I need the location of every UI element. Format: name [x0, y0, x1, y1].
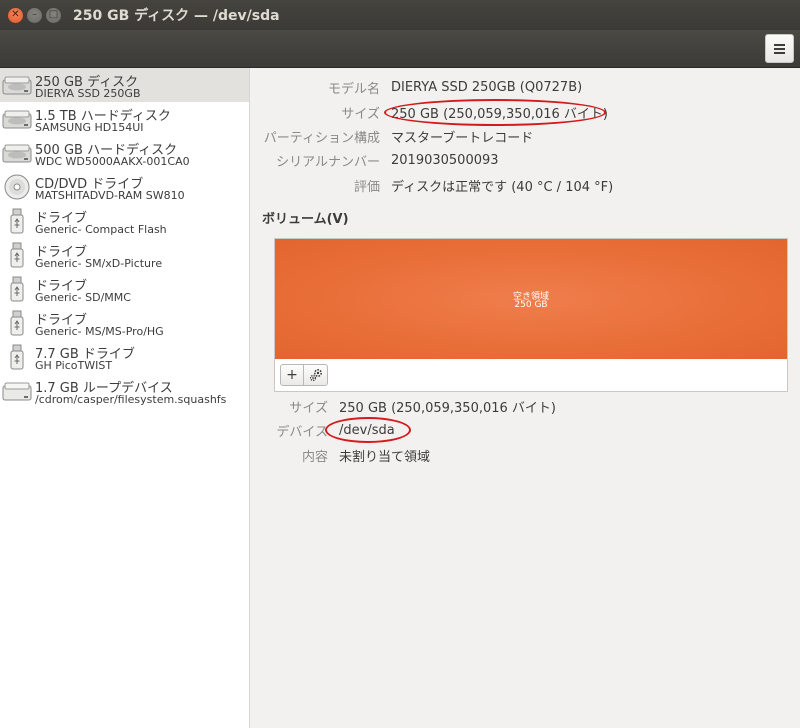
- title-bar: ✕ – □ 250 GB ディスク — /dev/sda: [0, 0, 800, 30]
- minimize-icon: –: [32, 9, 37, 20]
- partitioning-value: マスターブートレコード: [391, 130, 534, 146]
- window-controls: ✕ – □: [8, 7, 61, 23]
- partition-settings-button[interactable]: [304, 364, 328, 386]
- minimize-window-button[interactable]: –: [27, 7, 42, 23]
- vol-device-label: デバイス: [276, 424, 328, 440]
- device-list-item[interactable]: 500 GB ハードディスク WDC WD5000AAKX-001CA0: [0, 136, 249, 170]
- device-list-item[interactable]: CD/DVD ドライブ MATSHITADVD-RAM SW810: [0, 170, 249, 204]
- vol-size-label: サイズ: [289, 400, 328, 416]
- device-model: DIERYA SSD 250GB: [35, 87, 141, 100]
- window-title: 250 GB ディスク — /dev/sda: [73, 8, 280, 24]
- gears-icon: [309, 368, 322, 382]
- harddisk-icon: [2, 106, 32, 132]
- model-value: DIERYA SSD 250GB (Q0727B): [391, 79, 583, 95]
- device-model: WDC WD5000AAKX-001CA0: [35, 155, 190, 168]
- hamburger-menu-icon: [774, 43, 785, 54]
- serial-row: シリアルナンバー: [251, 150, 380, 170]
- assessment-label: 評価: [353, 179, 380, 195]
- volumes-heading: ボリューム(V): [262, 212, 349, 227]
- device-model: Generic- SM/xD-Picture: [35, 257, 163, 270]
- model-value-row: DIERYA SSD 250GB (Q0727B): [391, 77, 582, 97]
- header-bar: [0, 30, 800, 68]
- volume-map: 空き領域 250 GB +: [274, 238, 788, 392]
- vol-device-row: デバイス: [251, 420, 328, 440]
- device-list-item[interactable]: 1.7 GB ループデバイス/cdrom/casper/filesystem.s…: [0, 374, 249, 408]
- vol-contents-label: 内容: [301, 449, 328, 465]
- size-row: サイズ: [251, 102, 380, 122]
- device-model: Generic- SD/MMC: [35, 291, 131, 304]
- size-value: 250 GB (250,059,350,016 バイト): [391, 106, 608, 122]
- maximize-window-button[interactable]: □: [46, 7, 61, 23]
- usb-drive-icon: [2, 344, 32, 370]
- assessment-value-row: ディスクは正常です (40 °C / 104 °F): [391, 175, 613, 195]
- serial-label: シリアルナンバー: [276, 154, 380, 170]
- device-list-item[interactable]: 1.5 TB ハードディスク SAMSUNG HD154UI: [0, 102, 249, 136]
- partitioning-row: パーティション構成: [251, 126, 380, 146]
- optical-disc-icon: [2, 174, 32, 200]
- device-list-item[interactable]: ドライブ Generic- SD/MMC: [0, 272, 249, 306]
- device-list-item[interactable]: ドライブ Generic- SM/xD-Picture: [0, 238, 249, 272]
- vol-size-row: サイズ: [251, 396, 328, 416]
- device-list-item[interactable]: ドライブ Generic- Compact Flash: [0, 204, 249, 238]
- device-model: SAMSUNG HD154UI: [35, 121, 144, 134]
- assessment-value: ディスクは正常です (40 °C / 104 °F): [391, 179, 614, 195]
- device-model: MATSHITADVD-RAM SW810: [35, 189, 185, 202]
- vol-contents-row: 内容: [251, 445, 328, 465]
- maximize-icon: □: [48, 9, 59, 20]
- serial-value: 2019030500093: [391, 152, 499, 168]
- device-model: Generic- Compact Flash: [35, 223, 167, 236]
- close-window-button[interactable]: ✕: [8, 7, 23, 23]
- device-list-item[interactable]: 250 GB ディスク DIERYA SSD 250GB: [0, 68, 249, 102]
- vol-contents-value: 未割り当て領域: [339, 449, 431, 465]
- vol-device-value: /dev/sda: [339, 422, 395, 438]
- serial-value-row: 2019030500093: [391, 150, 499, 170]
- vol-device-value-row: /dev/sda: [339, 420, 395, 440]
- size-label: サイズ: [341, 106, 380, 122]
- device-list: 250 GB ディスク DIERYA SSD 250GB 1.5 TB ハードディス…: [0, 68, 250, 728]
- segment-size: 250 GB: [514, 300, 548, 310]
- create-partition-button[interactable]: +: [280, 364, 304, 386]
- device-list-item[interactable]: ドライブ Generic- MS/MS-Pro/HG: [0, 306, 249, 340]
- usb-drive-icon: [2, 208, 32, 234]
- device-model: /cdrom/casper/filesystem.squashfs: [35, 393, 227, 406]
- harddisk-icon: [2, 140, 32, 166]
- loop-device-icon: [2, 378, 32, 404]
- usb-drive-icon: [2, 242, 32, 268]
- model-row: モデル名: [251, 77, 380, 97]
- device-list-item[interactable]: 7.7 GB ドライブ GH PicoTWIST: [0, 340, 249, 374]
- close-icon: ✕: [11, 9, 20, 20]
- app-menu-button[interactable]: [765, 34, 794, 63]
- model-label: モデル名: [327, 81, 380, 97]
- vol-size-value-row: 250 GB (250,059,350,016 バイト): [339, 396, 556, 416]
- device-model: GH PicoTWIST: [35, 359, 113, 372]
- size-value-row: 250 GB (250,059,350,016 バイト): [391, 102, 608, 122]
- free-space-segment[interactable]: 空き領域 250 GB: [275, 239, 787, 359]
- vol-size-value: 250 GB (250,059,350,016 バイト): [339, 400, 556, 416]
- partitioning-label: パーティション構成: [263, 130, 380, 146]
- vol-contents-value-row: 未割り当て領域: [339, 445, 430, 465]
- usb-drive-icon: [2, 310, 32, 336]
- harddisk-icon: [2, 72, 32, 98]
- disk-details-pane: モデル名 DIERYA SSD 250GB (Q0727B) サイズ 250 G…: [251, 68, 800, 728]
- device-model: Generic- MS/MS-Pro/HG: [35, 325, 164, 338]
- usb-drive-icon: [2, 276, 32, 302]
- partitioning-value-row: マスターブートレコード: [391, 126, 533, 146]
- assessment-row: 評価: [251, 175, 380, 195]
- volume-toolbar: +: [280, 364, 328, 386]
